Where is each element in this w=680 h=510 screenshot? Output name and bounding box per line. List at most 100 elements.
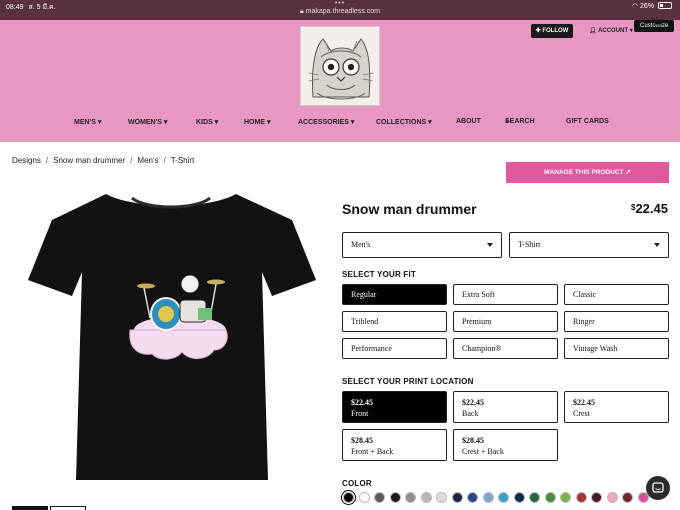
gender-select[interactable]: Men's <box>342 232 502 258</box>
breadcrumb-tshirt[interactable]: T-Shirt <box>171 156 195 165</box>
color-swatch[interactable] <box>451 492 463 503</box>
color-swatch[interactable] <box>358 492 370 503</box>
color-swatch[interactable] <box>606 492 618 503</box>
nav-accessories[interactable]: ACCESSORIES ▾ <box>298 118 354 126</box>
nav-home[interactable]: HOME ▾ <box>244 118 270 126</box>
main-nav: MEN'S ▾ WOMEN'S ▾ KIDS ▾ HOME ▾ ACCESSOR… <box>0 118 680 130</box>
print-option-name: Back <box>462 409 479 418</box>
breadcrumb-separator: / <box>163 156 166 165</box>
fit-option-classic[interactable]: Classic <box>564 284 669 305</box>
print-option-crest[interactable]: $22.45 Crest <box>564 391 669 423</box>
manage-product-button[interactable]: MANAGE THIS PRODUCT ↗ <box>506 162 669 183</box>
print-option-name: Front <box>351 409 369 418</box>
breadcrumb-designs[interactable]: Designs <box>12 156 41 165</box>
fit-option-extra-soft[interactable]: Extra Soft <box>453 284 558 305</box>
fit-option-triblend[interactable]: Triblend <box>342 311 447 332</box>
color-swatch[interactable] <box>622 492 633 503</box>
status-bar: 08:49 ส. 5 มี.ค. ••• 🔒︎ makapa.threadles… <box>0 0 680 20</box>
color-swatch[interactable] <box>575 492 587 503</box>
print-option-back[interactable]: $22.45 Back <box>453 391 558 423</box>
print-option-price: $22.45 <box>462 398 484 407</box>
color-swatch[interactable] <box>405 492 416 503</box>
color-swatch[interactable] <box>498 492 509 503</box>
color-swatch[interactable] <box>389 492 401 503</box>
shop-logo[interactable] <box>300 26 380 106</box>
color-swatch[interactable] <box>544 492 556 503</box>
tshirt-illustration <box>28 194 316 480</box>
print-option-front[interactable]: $22.45 Front <box>342 391 447 423</box>
color-swatch[interactable] <box>482 492 494 503</box>
breadcrumb-design[interactable]: Snow man drummer <box>53 156 125 165</box>
nav-about[interactable]: ABOUT <box>456 118 481 125</box>
cat-illustration <box>301 27 379 105</box>
print-option-price: $28.45 <box>351 436 373 445</box>
color-swatch[interactable] <box>513 492 525 503</box>
fit-option-vintage-wash[interactable]: Vintage Wash <box>564 338 669 359</box>
follow-button[interactable]: ✚ FOLLOW <box>531 24 573 38</box>
color-swatch[interactable] <box>467 492 478 503</box>
breadcrumb-separator: / <box>45 156 49 165</box>
color-swatch[interactable] <box>374 492 385 503</box>
fit-option-champion[interactable]: Champion® <box>453 338 558 359</box>
thumbnail-1[interactable] <box>12 506 48 510</box>
print-option-price: $22.45 <box>573 398 595 407</box>
fit-option-premium[interactable]: Premium <box>453 311 558 332</box>
nav-search-label: SEARCH <box>505 118 535 125</box>
nav-collections[interactable]: COLLECTIONS ▾ <box>376 118 432 126</box>
nav-kids[interactable]: KIDS ▾ <box>196 118 218 126</box>
print-location-label: SELECT YOUR PRINT LOCATION <box>342 377 474 386</box>
site-header: ✚ FOLLOW 👤︎ ACCOUNT ▾ Customize MEN'S ▾ … <box>0 18 680 142</box>
nav-mens[interactable]: MEN'S ▾ <box>74 118 101 126</box>
color-swatch[interactable] <box>529 492 540 503</box>
product-price: $22.45 <box>631 201 668 216</box>
color-label: COLOR <box>342 479 372 488</box>
fit-label: SELECT YOUR FIT <box>342 270 416 279</box>
style-select-value: T-Shirt <box>518 240 541 249</box>
print-option-price: $28.45 <box>462 436 484 445</box>
color-swatch[interactable] <box>591 492 602 503</box>
color-swatch[interactable] <box>560 492 571 503</box>
color-swatch[interactable] <box>420 492 432 503</box>
wifi-icon: ◠ <box>631 3 639 10</box>
print-option-front-back[interactable]: $28.45 Front + Back <box>342 429 447 461</box>
print-option-name: Front + Back <box>351 447 394 456</box>
external-link-icon: ↗ <box>623 169 631 176</box>
search-icon: ⌕ <box>505 118 509 125</box>
breadcrumb-mens[interactable]: Men's <box>137 156 158 165</box>
address-bar[interactable]: ••• 🔒︎ makapa.threadless.com <box>0 0 680 16</box>
status-right: ◠ 26% <box>632 2 672 10</box>
breadcrumb-separator: / <box>130 156 133 165</box>
print-option-name: Crest + Back <box>462 447 504 456</box>
manage-product-label: MANAGE THIS PRODUCT <box>544 169 624 176</box>
thumbnail-2[interactable] <box>50 506 86 510</box>
account-label: ACCOUNT <box>598 28 629 34</box>
print-option-crest-back[interactable]: $28.45 Crest + Back <box>453 429 558 461</box>
url-value: makapa.threadless.com <box>305 8 380 15</box>
chat-icon <box>652 482 664 493</box>
battery-icon <box>658 2 672 9</box>
price-value: 22.45 <box>635 201 668 216</box>
fit-option-ringer[interactable]: Ringer <box>564 311 669 332</box>
product-title: Snow man drummer <box>342 201 477 217</box>
nav-womens[interactable]: WOMEN'S ▾ <box>128 118 167 126</box>
url-text[interactable]: 🔒︎ makapa.threadless.com <box>0 7 680 16</box>
nav-gift-cards[interactable]: GIFT CARDS <box>566 118 609 125</box>
chevron-down-icon <box>654 243 660 247</box>
chevron-down-icon <box>487 243 493 247</box>
print-option-name: Crest <box>573 409 590 418</box>
breadcrumb: Designs / Snow man drummer / Men's / T-Shirt <box>12 156 194 165</box>
chevron-down-icon: ▾ <box>628 28 633 34</box>
color-swatches <box>341 492 671 504</box>
style-select[interactable]: T-Shirt <box>509 232 669 258</box>
gender-select-value: Men's <box>351 240 371 249</box>
chat-button[interactable] <box>646 476 670 500</box>
cart-icon[interactable] <box>652 18 662 26</box>
color-swatch[interactable] <box>436 492 447 503</box>
product-image[interactable] <box>10 180 332 506</box>
account-menu[interactable]: 👤︎ ACCOUNT ▾ <box>589 27 633 34</box>
fit-option-performance[interactable]: Performance <box>342 338 447 359</box>
print-option-price: $22.45 <box>351 398 373 407</box>
color-swatch[interactable] <box>343 492 354 503</box>
battery-percent: 26% <box>640 3 655 10</box>
fit-option-regular[interactable]: Regular <box>342 284 447 305</box>
